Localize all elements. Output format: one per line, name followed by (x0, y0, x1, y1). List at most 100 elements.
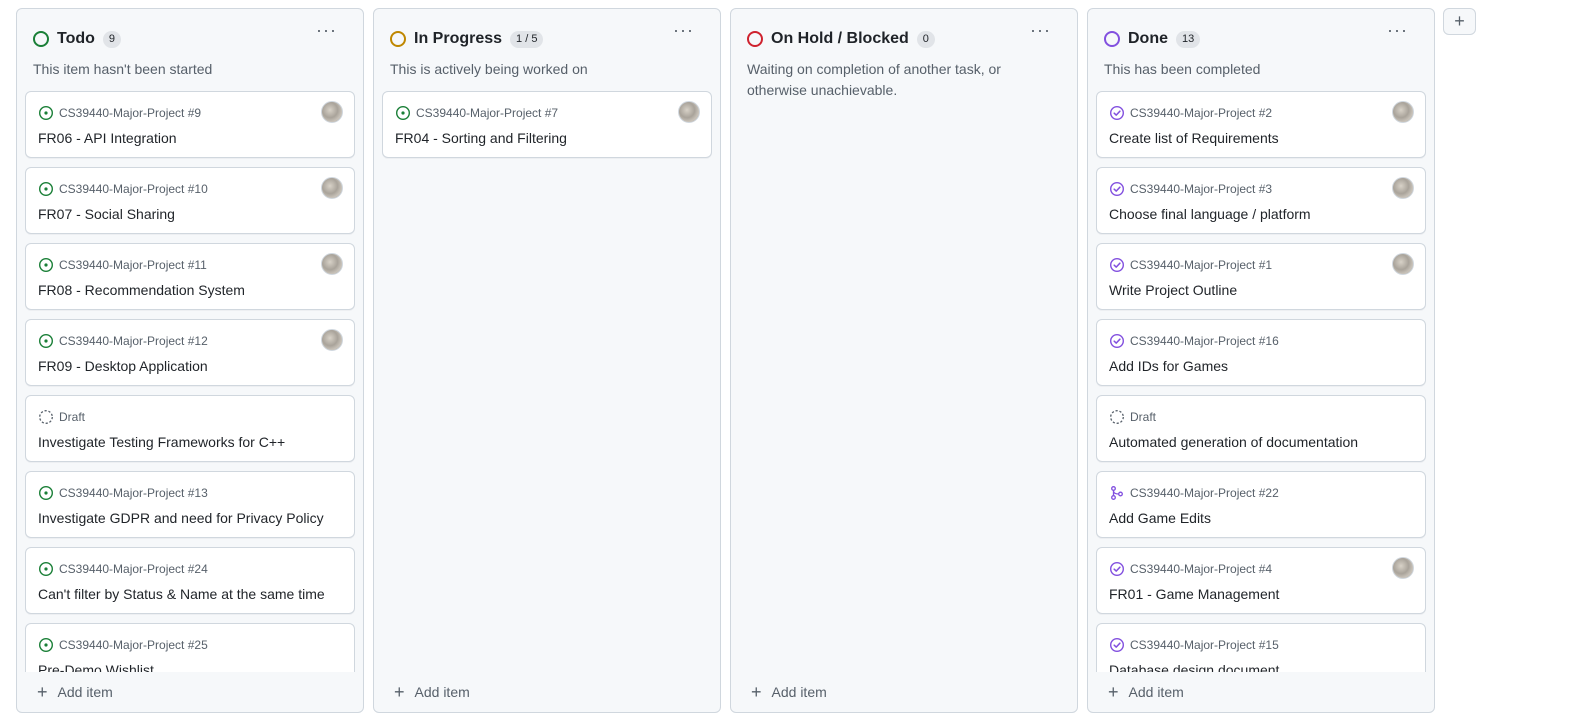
card-repo-ref[interactable]: CS39440-Major-Project #16 (1130, 334, 1279, 348)
item-count-badge: 9 (102, 30, 122, 48)
item-card[interactable]: Draft Automated generation of documentati… (1096, 395, 1426, 462)
column-title: Done (1128, 30, 1168, 47)
status-circle-icon (390, 31, 406, 47)
card-repo-ref[interactable]: CS39440-Major-Project #9 (59, 106, 201, 120)
item-card[interactable]: CS39440-Major-Project #25 Pre-Demo Wishli… (25, 623, 355, 672)
card-repo-ref[interactable]: CS39440-Major-Project #3 (1130, 182, 1272, 196)
card-title[interactable]: FR07 - Social Sharing (38, 205, 342, 223)
card-repo-ref[interactable]: Draft (59, 410, 85, 424)
item-card[interactable]: CS39440-Major-Project #1 Write Project Ou… (1096, 243, 1426, 310)
card-meta: Draft (1109, 408, 1413, 425)
card-meta: CS39440-Major-Project #12 (38, 332, 342, 349)
item-card[interactable]: CS39440-Major-Project #12 FR09 - Desktop … (25, 319, 355, 386)
issue-open-icon (38, 257, 54, 273)
card-title[interactable]: Pre-Demo Wishlist (38, 661, 342, 672)
column-menu-button[interactable]: ··· (1387, 21, 1408, 39)
issue-open-icon (38, 561, 54, 577)
assignee-avatar[interactable] (1392, 557, 1414, 579)
assignee-avatar[interactable] (321, 101, 343, 123)
issue-closed-icon (1109, 105, 1125, 121)
column-header: Todo 9 ··· (17, 9, 363, 59)
add-column-button[interactable]: + (1443, 8, 1476, 35)
card-title[interactable]: Add Game Edits (1109, 509, 1413, 527)
item-card[interactable]: CS39440-Major-Project #7 FR04 - Sorting a… (382, 91, 712, 158)
card-repo-ref[interactable]: CS39440-Major-Project #25 (59, 638, 208, 652)
card-title[interactable]: Can't filter by Status & Name at the sam… (38, 585, 342, 603)
item-card[interactable]: CS39440-Major-Project #11 FR08 - Recommen… (25, 243, 355, 310)
item-card[interactable]: CS39440-Major-Project #13 Investigate GDP… (25, 471, 355, 538)
card-title[interactable]: Add IDs for Games (1109, 357, 1413, 375)
column-menu-button[interactable]: ··· (316, 21, 337, 39)
assignee-avatar[interactable] (678, 101, 700, 123)
draft-icon (1109, 409, 1125, 425)
card-title[interactable]: Automated generation of documentation (1109, 433, 1413, 451)
card-meta: Draft (38, 408, 342, 425)
project-board: Todo 9 ··· This item hasn't been started CS3… (16, 8, 1435, 713)
card-repo-ref[interactable]: CS39440-Major-Project #12 (59, 334, 208, 348)
status-circle-icon (747, 31, 763, 47)
assignee-avatar[interactable] (1392, 253, 1414, 275)
card-title[interactable]: Investigate GDPR and need for Privacy Po… (38, 509, 342, 527)
card-title[interactable]: FR04 - Sorting and Filtering (395, 129, 699, 147)
issue-open-icon (38, 105, 54, 121)
add-item-label: Add item (771, 684, 827, 700)
card-repo-ref[interactable]: CS39440-Major-Project #10 (59, 182, 208, 196)
issue-closed-icon (1109, 181, 1125, 197)
card-title[interactable]: Investigate Testing Frameworks for C++ (38, 433, 342, 451)
column-description: This is actively being worked on (390, 61, 588, 77)
card-repo-ref[interactable]: CS39440-Major-Project #15 (1130, 638, 1279, 652)
item-card[interactable]: CS39440-Major-Project #2 Create list of R… (1096, 91, 1426, 158)
issue-open-icon (38, 181, 54, 197)
card-meta: CS39440-Major-Project #25 (38, 636, 342, 653)
add-item-button[interactable]: + Add item (731, 672, 1077, 712)
assignee-avatar[interactable] (321, 177, 343, 199)
card-title[interactable]: FR01 - Game Management (1109, 585, 1413, 603)
card-repo-ref[interactable]: CS39440-Major-Project #22 (1130, 486, 1279, 500)
card-repo-ref[interactable]: CS39440-Major-Project #2 (1130, 106, 1272, 120)
assignee-avatar[interactable] (321, 253, 343, 275)
issue-open-icon (38, 333, 54, 349)
item-card[interactable]: CS39440-Major-Project #4 FR01 - Game Mana… (1096, 547, 1426, 614)
card-title[interactable]: FR06 - API Integration (38, 129, 342, 147)
card-repo-ref[interactable]: CS39440-Major-Project #13 (59, 486, 208, 500)
item-card[interactable]: CS39440-Major-Project #10 FR07 - Social S… (25, 167, 355, 234)
item-card[interactable]: CS39440-Major-Project #24 Can't filter by… (25, 547, 355, 614)
card-meta: CS39440-Major-Project #15 (1109, 636, 1413, 653)
card-repo-ref[interactable]: CS39440-Major-Project #24 (59, 562, 208, 576)
add-item-button[interactable]: + Add item (1088, 672, 1434, 712)
card-title[interactable]: FR08 - Recommendation System (38, 281, 342, 299)
issue-closed-icon (1109, 561, 1125, 577)
plus-icon: + (37, 682, 48, 702)
item-card[interactable]: CS39440-Major-Project #3 Choose final lan… (1096, 167, 1426, 234)
column-title: On Hold / Blocked (771, 30, 909, 47)
card-repo-ref[interactable]: CS39440-Major-Project #4 (1130, 562, 1272, 576)
card-repo-ref[interactable]: CS39440-Major-Project #7 (416, 106, 558, 120)
item-count-badge: 0 (916, 30, 935, 48)
assignee-avatar[interactable] (1392, 101, 1414, 123)
card-title[interactable]: Create list of Requirements (1109, 129, 1413, 147)
card-repo-ref[interactable]: Draft (1130, 410, 1156, 424)
card-repo-ref[interactable]: CS39440-Major-Project #1 (1130, 258, 1272, 272)
card-title[interactable]: Database design document (1109, 661, 1413, 672)
item-card[interactable]: CS39440-Major-Project #9 FR06 - API Integ… (25, 91, 355, 158)
item-card[interactable]: CS39440-Major-Project #22 Add Game Edits (1096, 471, 1426, 538)
plus-icon: + (751, 682, 762, 702)
card-meta: CS39440-Major-Project #10 (38, 180, 342, 197)
add-item-label: Add item (57, 684, 113, 700)
card-title[interactable]: Write Project Outline (1109, 281, 1413, 299)
column-menu-button[interactable]: ··· (1030, 21, 1051, 39)
card-meta: CS39440-Major-Project #4 (1109, 560, 1413, 577)
item-card[interactable]: Draft Investigate Testing Frameworks for … (25, 395, 355, 462)
card-meta: CS39440-Major-Project #22 (1109, 484, 1413, 501)
card-list (731, 101, 1077, 672)
column-menu-button[interactable]: ··· (673, 21, 694, 39)
assignee-avatar[interactable] (1392, 177, 1414, 199)
card-title[interactable]: Choose final language / platform (1109, 205, 1413, 223)
item-card[interactable]: CS39440-Major-Project #15 Database design… (1096, 623, 1426, 672)
card-title[interactable]: FR09 - Desktop Application (38, 357, 342, 375)
add-item-button[interactable]: + Add item (17, 672, 363, 712)
assignee-avatar[interactable] (321, 329, 343, 351)
item-card[interactable]: CS39440-Major-Project #16 Add IDs for Gam… (1096, 319, 1426, 386)
add-item-button[interactable]: + Add item (374, 672, 720, 712)
card-repo-ref[interactable]: CS39440-Major-Project #11 (59, 258, 207, 272)
